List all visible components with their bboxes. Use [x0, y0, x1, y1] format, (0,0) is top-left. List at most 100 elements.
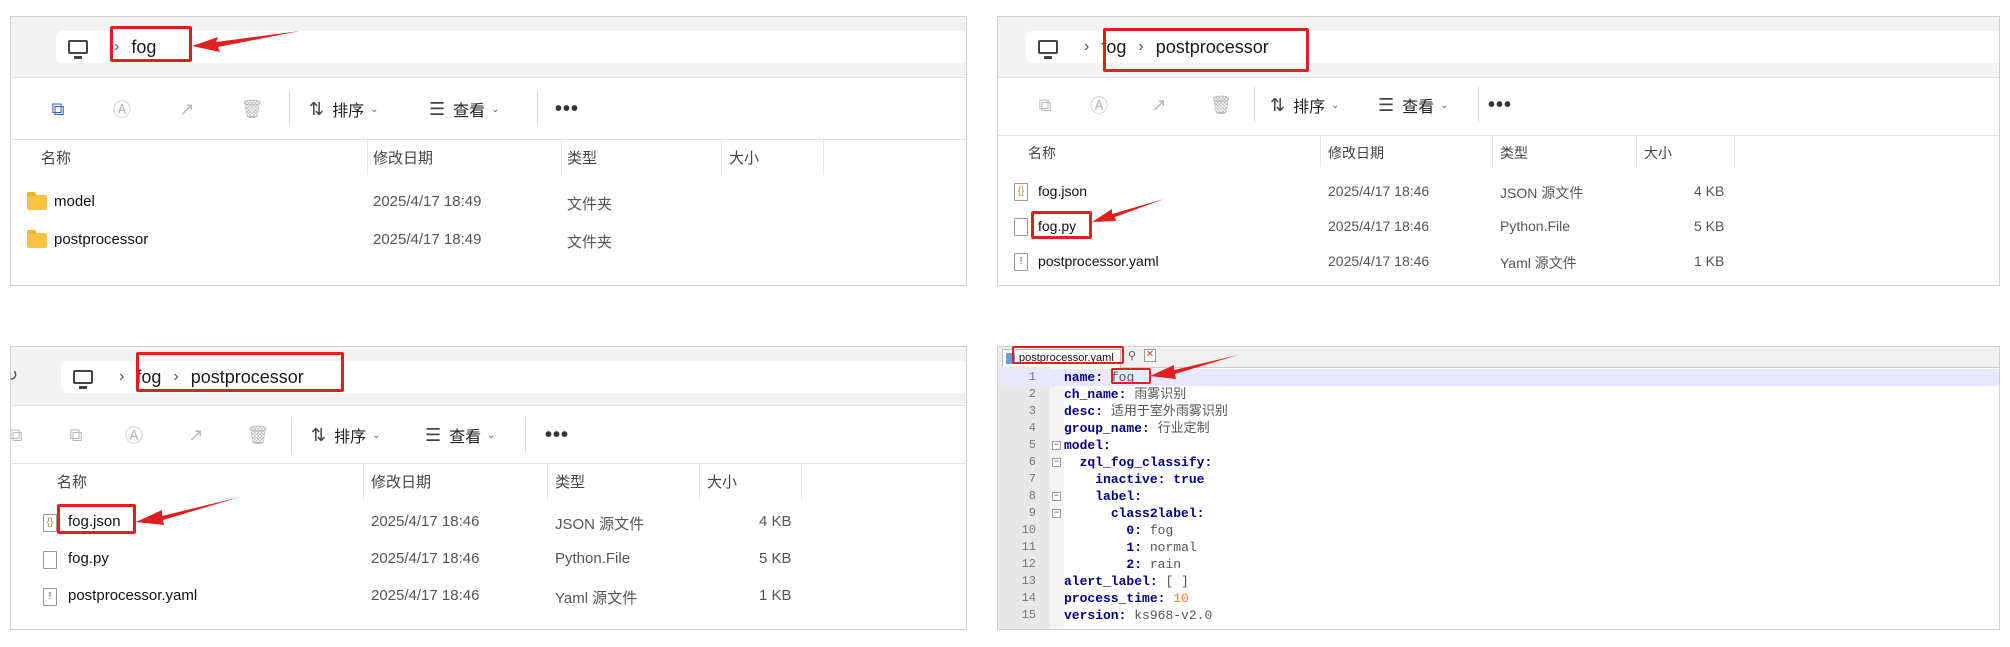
file-date: 2025/4/17 18:46	[1328, 218, 1430, 234]
code-text: process_time: 10	[1064, 590, 1189, 607]
rename-icon[interactable]: Ⓐ	[1088, 94, 1110, 116]
list-item[interactable]: postprocessor 2025/4/17 18:49 文件夹	[11, 229, 966, 253]
yaml-value: 10	[1173, 591, 1189, 606]
code-line[interactable]: 14 process_time: 10	[998, 590, 1999, 607]
view-button[interactable]: ☰ 查看 ⌄	[429, 97, 500, 121]
file-date: 2025/4/17 18:46	[1328, 183, 1430, 199]
line-number: 6	[1028, 455, 1036, 469]
fold-toggle-icon[interactable]: −	[1052, 509, 1061, 518]
folder-icon	[27, 230, 47, 248]
list-item[interactable]: model 2025/4/17 18:49 文件夹	[11, 191, 966, 215]
file-date: 2025/4/17 18:49	[373, 193, 482, 210]
chevron-down-icon: ⌄	[487, 429, 496, 441]
sort-button[interactable]: ⇅ 排序 ⌄	[311, 423, 381, 447]
fold-toggle-icon[interactable]: −	[1052, 458, 1061, 467]
sort-label: 排序	[332, 103, 365, 120]
computer-icon[interactable]	[1038, 40, 1058, 59]
column-header-size[interactable]: 大小	[729, 147, 759, 168]
file-date: 2025/4/17 18:46	[371, 550, 480, 567]
code-line[interactable]: 2 ch_name: 雨雾识别	[998, 386, 1999, 403]
sort-button[interactable]: ⇅ 排序 ⌄	[309, 97, 379, 121]
sort-icon: ⇅	[309, 98, 325, 119]
column-header-name[interactable]: 名称	[57, 471, 87, 492]
code-line[interactable]: 9 − class2label:	[998, 505, 1999, 522]
yaml-value: rain	[1149, 557, 1182, 572]
code-area[interactable]: 1 name: fog 2 ch_name: 雨雾识别 3 desc: 适用于室外雨雾识别…	[998, 369, 1999, 629]
copy-path-icon[interactable]: ⧉	[1034, 94, 1056, 116]
pin-icon[interactable]: ⚲	[1128, 349, 1136, 362]
arrow-annotation	[1150, 355, 1238, 379]
code-line[interactable]: 3 desc: 适用于室外雨雾识别	[998, 403, 1999, 420]
code-line[interactable]: 10 0: fog	[998, 522, 1999, 539]
code-line[interactable]: 5 − model:	[998, 437, 1999, 454]
column-header-type[interactable]: 类型	[555, 471, 585, 492]
refresh-icon[interactable]: ↻	[11, 365, 18, 386]
code-text: 2: rain	[1064, 556, 1181, 573]
share-icon[interactable]: ↗	[1148, 94, 1170, 116]
file-date: 2025/4/17 18:46	[1328, 253, 1430, 269]
more-options-button[interactable]: •••	[1488, 94, 1512, 117]
cut-icon[interactable]: ⧉	[11, 424, 27, 446]
code-line[interactable]: 13 alert_label: [ ]	[998, 573, 1999, 590]
column-header-name[interactable]: 名称	[41, 147, 71, 168]
file-type: 文件夹	[567, 196, 613, 213]
file-name: postprocessor.yaml	[68, 587, 198, 604]
rename-icon[interactable]: Ⓐ	[123, 424, 145, 446]
line-number: 1	[1028, 370, 1036, 384]
yaml-colon: :	[1196, 506, 1205, 521]
code-line[interactable]: 7 inactive: true	[998, 471, 1999, 488]
code-line[interactable]: 6 − zql_fog_classify:	[998, 454, 1999, 471]
line-number: 7	[1028, 472, 1036, 486]
code-line[interactable]: 11 1: normal	[998, 539, 1999, 556]
list-item[interactable]: fog.py 2025/4/17 18:46 Python.File 5 KB	[11, 548, 966, 572]
yaml-key: zql_fog_classify	[1079, 455, 1205, 470]
column-header-type[interactable]: 类型	[1500, 143, 1528, 163]
column-header-name[interactable]: 名称	[1028, 143, 1056, 163]
yaml-colon: :	[1134, 523, 1143, 538]
code-line[interactable]: 4 group_name: 行业定制	[998, 420, 1999, 437]
line-number: 11	[1021, 540, 1036, 554]
column-header-row: 名称 修改日期 类型 大小	[998, 143, 1999, 167]
delete-icon[interactable]: 🗑	[1210, 94, 1233, 116]
code-text: alert_label: [ ]	[1064, 573, 1189, 590]
yaml-key: name	[1064, 370, 1096, 385]
list-item[interactable]: ! postprocessor.yaml 2025/4/17 18:46 Yam…	[998, 251, 1999, 273]
share-icon[interactable]: ↗	[185, 424, 207, 446]
column-header-size[interactable]: 大小	[707, 471, 737, 492]
fold-toggle-icon[interactable]: −	[1052, 441, 1061, 450]
more-options-button[interactable]: •••	[545, 424, 569, 447]
column-header-modified[interactable]: 修改日期	[373, 147, 433, 168]
code-line[interactable]: 12 2: rain	[998, 556, 1999, 573]
code-text: zql_fog_classify:	[1064, 454, 1213, 471]
code-line[interactable]: 8 − label:	[998, 488, 1999, 505]
code-text: group_name: 行业定制	[1064, 420, 1210, 437]
yaml-colon: :	[1095, 370, 1104, 385]
list-item[interactable]: ! postprocessor.yaml 2025/4/17 18:46 Yam…	[11, 585, 966, 609]
share-icon[interactable]: ↗	[176, 98, 198, 120]
delete-icon[interactable]: 🗑	[241, 98, 264, 120]
more-options-button[interactable]: •••	[555, 98, 579, 121]
yaml-key: process_time	[1064, 591, 1158, 606]
computer-icon[interactable]	[73, 370, 93, 389]
code-text: model:	[1064, 437, 1111, 454]
fold-toggle-icon[interactable]: −	[1052, 492, 1061, 501]
column-header-modified[interactable]: 修改日期	[1328, 143, 1384, 163]
column-header-type[interactable]: 类型	[567, 147, 597, 168]
copy-icon[interactable]: ⧉	[65, 424, 87, 446]
column-header-modified[interactable]: 修改日期	[371, 471, 431, 492]
code-line[interactable]: 15 version: ks968-v2.0	[998, 607, 1999, 624]
yaml-value: normal	[1149, 540, 1197, 555]
highlight-box	[1111, 368, 1151, 384]
rename-icon[interactable]: Ⓐ	[111, 98, 133, 120]
sort-icon: ⇅	[311, 424, 327, 445]
view-button[interactable]: ☰ 查看 ⌄	[1378, 93, 1449, 117]
column-header-size[interactable]: 大小	[1644, 143, 1672, 163]
sort-button[interactable]: ⇅ 排序 ⌄	[1270, 93, 1340, 117]
copy-path-icon[interactable]: ⧉	[47, 98, 69, 120]
delete-icon[interactable]: 🗑	[247, 424, 270, 446]
file-name: fog.json	[1038, 183, 1088, 199]
view-button[interactable]: ☰ 查看 ⌄	[425, 423, 496, 447]
computer-icon[interactable]	[68, 40, 88, 59]
